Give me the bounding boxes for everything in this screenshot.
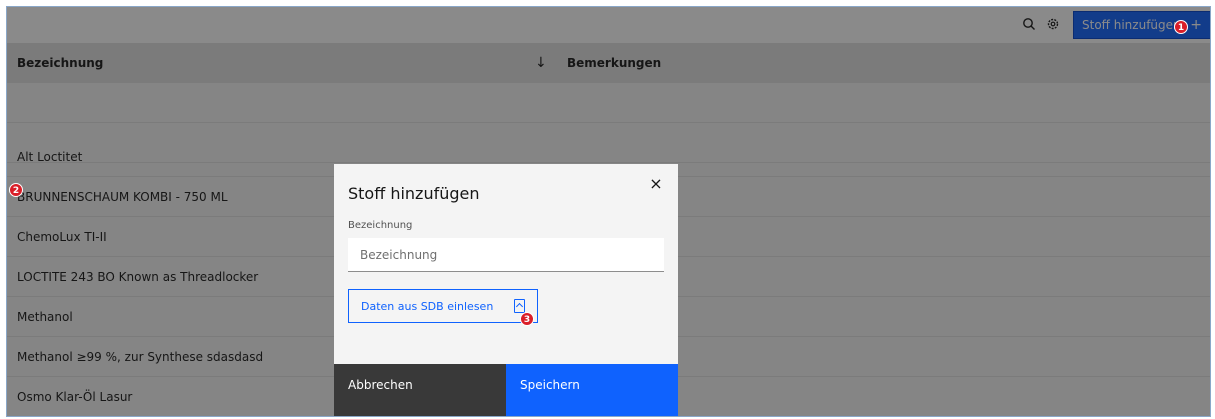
- step-badge-1: 1: [1174, 20, 1188, 34]
- save-button[interactable]: Speichern: [506, 364, 678, 416]
- add-substance-modal: Stoff hinzufügen × Bezeichnung Daten aus…: [334, 164, 678, 416]
- document-upload-icon: [514, 299, 525, 313]
- import-sdb-label: Daten aus SDB einlesen: [361, 299, 494, 313]
- name-input[interactable]: [348, 238, 664, 272]
- app-frame: Stoff hinzufügen + Bezeichnung ↓ Bemerku…: [6, 6, 1211, 417]
- import-sdb-button[interactable]: Daten aus SDB einlesen: [348, 289, 538, 323]
- modal-footer: Abbrechen Speichern: [334, 364, 678, 416]
- cancel-button[interactable]: Abbrechen: [334, 364, 506, 416]
- step-badge-2: 2: [9, 183, 23, 197]
- step-badge-3: 3: [520, 312, 534, 326]
- close-icon[interactable]: ×: [648, 176, 664, 192]
- modal-title: Stoff hinzufügen: [348, 184, 480, 203]
- name-field-label: Bezeichnung: [348, 220, 413, 231]
